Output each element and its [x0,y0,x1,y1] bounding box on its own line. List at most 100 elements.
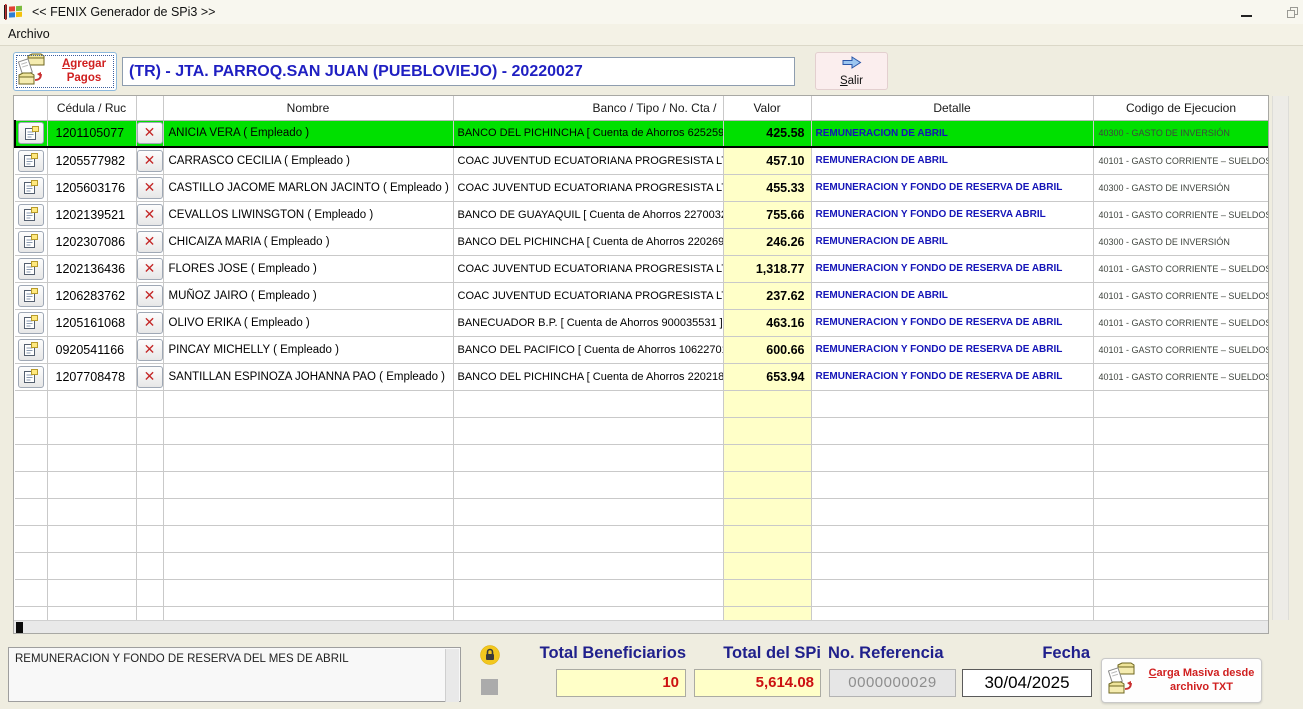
edit-row-button[interactable] [18,339,44,361]
delete-row-button[interactable]: ✕ [137,177,163,199]
agregar-pagos-button[interactable]: Agregar Pagos [13,52,117,91]
edit-row-button[interactable] [18,204,44,226]
empty-cell [15,471,47,498]
empty-cell [163,390,453,417]
salir-label: Salir [816,75,887,87]
delete-row-button[interactable]: ✕ [137,366,163,388]
valor-cell: 755.66 [723,201,811,228]
nombre-cell: SANTILLAN ESPINOZA JOHANNA PAO ( Emplead… [163,363,453,390]
table-row[interactable]: 1205577982✕CARRASCO CECILIA ( Empleado )… [15,147,1269,174]
edit-row-button[interactable] [18,312,44,334]
edit-cell [15,201,47,228]
banco-cell: COAC JUVENTUD ECUATORIANA PROGRESISTA LT… [453,255,723,282]
empty-row [15,525,1269,552]
delete-row-button[interactable]: ✕ [137,285,163,307]
delete-row-button[interactable]: ✕ [137,150,163,172]
lock-indicator[interactable] [480,645,500,665]
carga-label-line1: Carga Masiva desde [1142,667,1261,680]
restore-button[interactable] [1283,4,1301,20]
edit-row-button[interactable] [18,285,44,307]
total-beneficiarios-label: Total Beneficiarios [517,644,686,666]
empty-cell [47,444,136,471]
horizontal-scrollbar[interactable] [14,620,1268,633]
empty-cell [47,417,136,444]
table-row[interactable]: 1207708478✕SANTILLAN ESPINOZA JOHANNA PA… [15,363,1269,390]
empty-cell [47,471,136,498]
empty-cell [136,471,163,498]
empty-row [15,471,1269,498]
header-detalle: Detalle [811,96,1093,120]
memo-scrollbar[interactable] [445,649,459,702]
header-banco: Banco / Tipo / No. Cta / [453,96,723,120]
empty-row [15,444,1269,471]
empty-cell [453,390,723,417]
app-icon [4,4,24,20]
edit-row-button[interactable] [18,258,44,280]
carga-masiva-button[interactable]: Carga Masiva desde archivo TXT [1101,658,1262,703]
empty-row [15,579,1269,606]
detalle-cell: REMUNERACION Y FONDO DE RESERVA DE ABRIL [811,309,1093,336]
delete-row-button[interactable]: ✕ [137,122,163,144]
table-row[interactable]: 1205161068✕OLIVO ERIKA ( Empleado )BANEC… [15,309,1269,336]
menu-archivo[interactable]: Archivo [0,24,58,44]
edit-cell [15,255,47,282]
empty-cell [811,390,1093,417]
edit-row-button[interactable] [18,122,44,144]
salir-button[interactable]: Salir [815,52,888,90]
empty-cell [163,579,453,606]
header-codigo: Codigo de Ejecucion [1093,96,1269,120]
title-bar: << FENIX Generador de SPi3 >> [0,0,1303,24]
horizontal-scrollbar-thumb[interactable] [16,622,23,633]
nombre-cell: ANICIA VERA ( Empleado ) [163,120,453,147]
vertical-scrollbar[interactable] [1272,96,1289,620]
referencia-field: 0000000029 [829,669,956,697]
fecha-field[interactable]: 30/04/2025 [962,669,1092,697]
edit-row-button[interactable] [18,150,44,172]
empty-cell [1093,471,1269,498]
edit-row-button[interactable] [18,177,44,199]
edit-row-icon [23,288,38,303]
empty-cell [136,444,163,471]
detalle-memo-field[interactable]: REMUNERACION Y FONDO DE RESERVA DEL MES … [8,647,461,702]
table-row[interactable]: 1201105077✕ANICIA VERA ( Empleado )BANCO… [15,120,1269,147]
edit-row-icon [23,342,38,357]
valor-cell: 237.62 [723,282,811,309]
empty-cell [47,579,136,606]
empty-cell [1093,390,1269,417]
table-row[interactable]: 1202136436✕FLORES JOSE ( Empleado )COAC … [15,255,1269,282]
header-nombre: Nombre [163,96,453,120]
edit-cell [15,309,47,336]
empty-row [15,552,1269,579]
cedula-cell: 1205603176 [47,174,136,201]
minimize-button[interactable] [1237,4,1255,20]
banco-cell: BANCO DEL PACIFICO [ Cuenta de Ahorros 1… [453,336,723,363]
table-row[interactable]: 1205603176✕CASTILLO JACOME MARLON JACINT… [15,174,1269,201]
edit-row-icon [23,153,38,168]
empty-cell [453,525,723,552]
table-row[interactable]: 1202307086✕CHICAIZA MARIA ( Empleado )BA… [15,228,1269,255]
empty-row [15,498,1269,525]
entity-title-field[interactable]: (TR) - JTA. PARROQ.SAN JUAN (PUEBLOVIEJO… [122,57,795,86]
table-row[interactable]: 1202139521✕CEVALLOS LIWINSGTON ( Emplead… [15,201,1269,228]
table-row[interactable]: 1206283762✕MUÑOZ JAIRO ( Empleado )COAC … [15,282,1269,309]
header-cedula: Cédula / Ruc [47,96,136,120]
detalle-cell: REMUNERACION DE ABRIL [811,282,1093,309]
edit-row-icon [24,126,39,141]
table-row[interactable]: 0920541166✕PINCAY MICHELLY ( Empleado )B… [15,336,1269,363]
empty-cell [47,552,136,579]
delete-row-button[interactable]: ✕ [137,231,163,253]
edit-row-button[interactable] [18,366,44,388]
delete-row-button[interactable]: ✕ [137,258,163,280]
header-row: Cédula / Ruc Nombre Banco / Tipo / No. C… [15,96,1269,120]
memo-text: REMUNERACION Y FONDO DE RESERVA DEL MES … [15,653,349,665]
valor-cell: 455.33 [723,174,811,201]
codigo-cell: 40101 - GASTO CORRIENTE – SUELDOS [1093,336,1269,363]
restore-icon [1287,7,1298,18]
banco-cell: COAC JUVENTUD ECUATORIANA PROGRESISTA LT… [453,147,723,174]
edit-row-button[interactable] [18,231,44,253]
delete-row-button[interactable]: ✕ [137,339,163,361]
delete-row-button[interactable]: ✕ [137,204,163,226]
delete-row-button[interactable]: ✕ [137,312,163,334]
detalle-cell: REMUNERACION Y FONDO DE RESERVA DE ABRIL [811,174,1093,201]
delete-cell: ✕ [136,201,163,228]
